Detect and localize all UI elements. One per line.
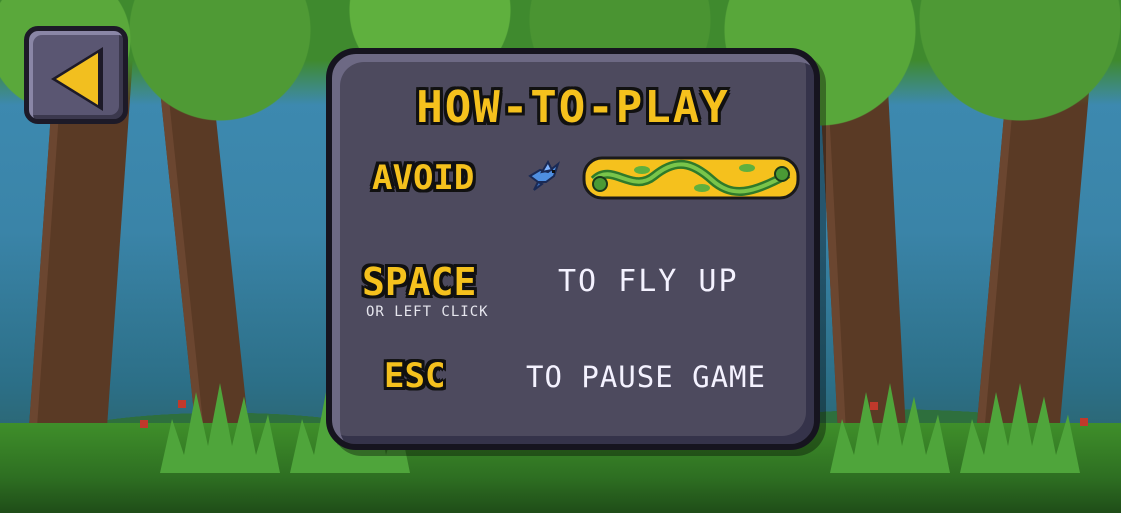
berry — [178, 400, 186, 408]
pause-instruction: TO PAUSE GAME — [526, 360, 766, 394]
back-button[interactable] — [24, 26, 128, 124]
how-to-play-panel: HOW-TO-PLAY AVOID SPACE OR LEFT CLICK TO… — [326, 48, 820, 450]
avoid-label: AVOID — [372, 158, 475, 198]
vine-obstacle-icon — [582, 156, 800, 200]
bird-icon — [528, 160, 561, 191]
berry — [870, 402, 878, 410]
fly-up-instruction: TO FLY UP — [558, 264, 739, 299]
back-arrow-icon — [56, 53, 98, 105]
berry — [1080, 418, 1088, 426]
esc-key-label: ESC — [384, 356, 446, 396]
panel-title: HOW-TO-PLAY — [416, 82, 730, 133]
space-key-sublabel: OR LEFT CLICK — [366, 304, 489, 320]
berry — [140, 420, 148, 428]
space-key-label: SPACE — [362, 260, 477, 304]
